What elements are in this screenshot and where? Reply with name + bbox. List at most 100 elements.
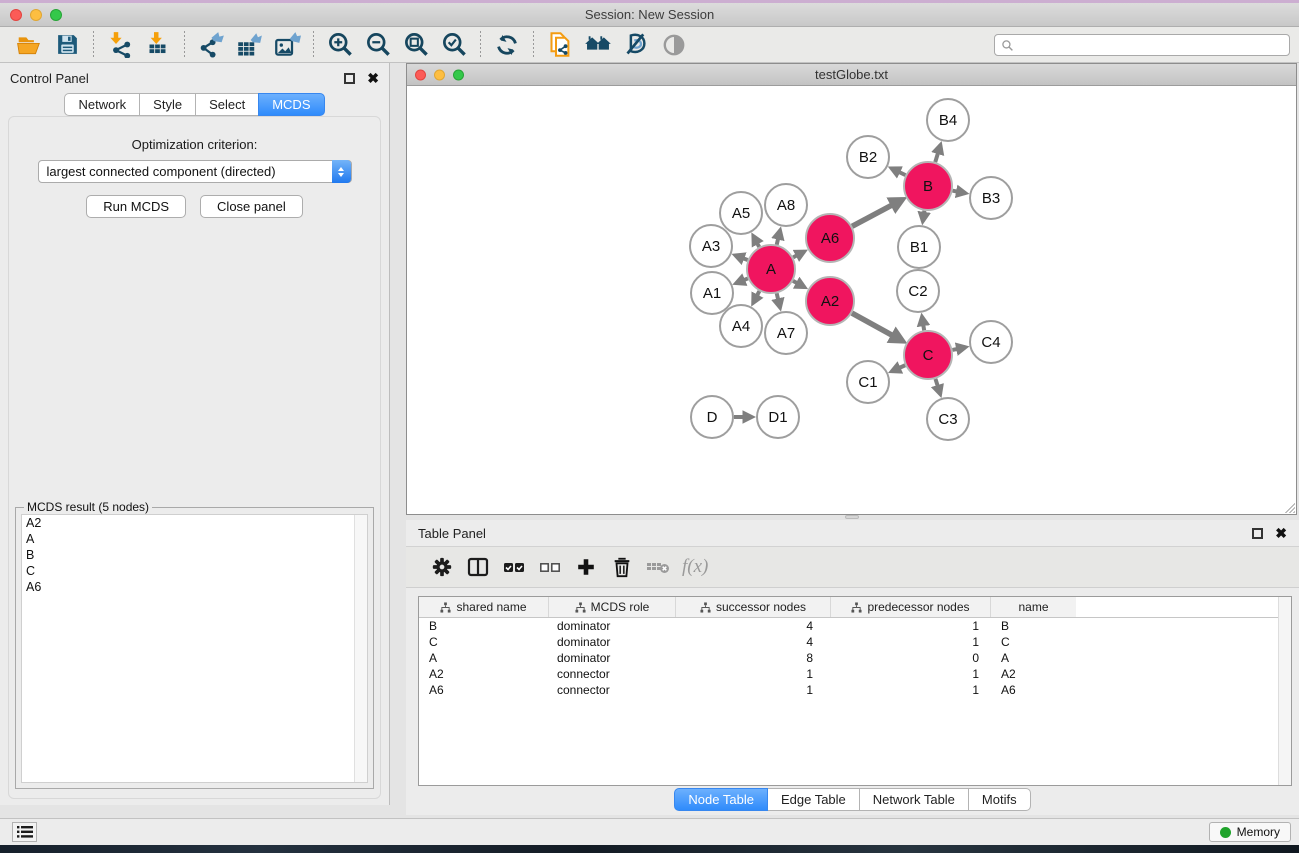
add-column-icon[interactable] [568,553,604,581]
edge-A6-B[interactable] [852,200,902,227]
node-A2[interactable]: A2 [806,277,854,325]
memory-button[interactable]: Memory [1209,822,1291,842]
zoom-selected-icon[interactable] [437,30,471,60]
column-header-shared-name[interactable]: shared name [419,597,549,617]
table-cell[interactable]: 8 [676,651,831,665]
close-panel-icon[interactable]: ✖ [367,71,379,85]
float-panel-icon[interactable] [344,73,355,84]
result-item[interactable]: C [22,563,367,579]
tab-edge-table[interactable]: Edge Table [767,788,860,811]
table-cell[interactable]: 1 [676,667,831,681]
function-builder-icon[interactable]: f(x) [682,556,708,578]
result-item[interactable]: A6 [22,579,367,595]
edge-A2-C[interactable] [852,313,903,341]
export-image-icon[interactable] [270,30,304,60]
table-cell[interactable]: A [991,651,1076,665]
table-cell[interactable]: dominator [549,635,676,649]
edge-B-B2[interactable] [891,168,905,175]
node-A1[interactable]: A1 [691,272,733,314]
tab-network-table[interactable]: Network Table [859,788,969,811]
table-cell[interactable]: C [991,635,1076,649]
edge-C-C2[interactable] [922,317,924,331]
edge-B-B3[interactable] [953,191,966,193]
table-cell[interactable]: 1 [831,619,991,633]
network-graph[interactable]: B4B2BB3A8A5A6B1A3AC2A1A2A4A7C4CC1DD1C3 [407,86,1296,514]
table-cell[interactable]: 4 [676,619,831,633]
node-B[interactable]: B [904,162,952,210]
edge-A-A1[interactable] [736,278,748,283]
edge-A-A6[interactable] [793,251,804,257]
split-view-icon[interactable] [460,553,496,581]
table-cell[interactable]: A [419,651,549,665]
table-cell[interactable]: A6 [419,683,549,697]
table-cell[interactable]: connector [549,683,676,697]
table-cell[interactable]: 1 [831,667,991,681]
node-A7[interactable]: A7 [765,312,807,354]
close-panel-button[interactable]: Close panel [200,195,303,218]
network-canvas[interactable]: B4B2BB3A8A5A6B1A3AC2A1A2A4A7C4CC1DD1C3 [407,86,1296,514]
table-cell[interactable]: A6 [991,683,1076,697]
tab-node-table[interactable]: Node Table [674,788,768,811]
table-row[interactable]: Cdominator41C [419,634,1291,650]
zoom-network-button[interactable] [453,69,464,80]
edge-A-A2[interactable] [793,281,805,287]
close-window-button[interactable] [10,9,22,21]
column-header-name[interactable]: name [991,597,1076,617]
node-A6[interactable]: A6 [806,214,854,262]
import-table-icon[interactable] [141,30,175,60]
node-B3[interactable]: B3 [970,177,1012,219]
save-session-icon[interactable] [50,30,84,60]
table-row[interactable]: A2connector11A2 [419,666,1291,682]
import-network-icon[interactable] [103,30,137,60]
zoom-out-icon[interactable] [361,30,395,60]
clone-network-icon[interactable] [543,30,577,60]
node-A8[interactable]: A8 [765,184,807,226]
node-table[interactable]: shared nameMCDS rolesuccessor nodesprede… [418,596,1292,786]
node-B4[interactable]: B4 [927,99,969,141]
float-table-panel-icon[interactable] [1252,528,1263,539]
table-cell[interactable]: C [419,635,549,649]
edge-C-C1[interactable] [892,365,905,371]
result-scrollbar[interactable] [354,515,367,782]
eye-icon[interactable] [657,30,691,60]
minimize-network-button[interactable] [434,69,445,80]
close-table-panel-icon[interactable]: ✖ [1275,526,1287,540]
result-item[interactable]: A2 [22,515,367,531]
node-B2[interactable]: B2 [847,136,889,178]
table-cell[interactable]: connector [549,667,676,681]
table-row[interactable]: A6connector11A6 [419,682,1291,698]
edge-B-B1[interactable] [923,211,925,222]
export-network-icon[interactable] [194,30,228,60]
table-cell[interactable]: B [991,619,1076,633]
app-titlebar[interactable]: Session: New Session [0,3,1299,27]
node-C3[interactable]: C3 [927,398,969,440]
settings-gear-icon[interactable] [424,553,460,581]
zoom-in-icon[interactable] [323,30,357,60]
close-network-button[interactable] [415,69,426,80]
criterion-dropdown[interactable]: largest connected component (directed) [38,160,352,183]
export-table-icon[interactable] [232,30,266,60]
node-C4[interactable]: C4 [970,321,1012,363]
deselect-all-checks-icon[interactable] [532,553,568,581]
table-cell[interactable]: dominator [549,651,676,665]
minimize-window-button[interactable] [30,9,42,21]
refresh-icon[interactable] [490,30,524,60]
node-D1[interactable]: D1 [757,396,799,438]
horizontal-splitter-handle[interactable] [845,515,859,519]
table-row[interactable]: Bdominator41B [419,618,1291,634]
mcds-result-list[interactable]: A2ABCA6 [21,514,368,783]
table-cell[interactable]: 1 [831,683,991,697]
tab-network[interactable]: Network [64,93,140,116]
node-A3[interactable]: A3 [690,225,732,267]
node-A4[interactable]: A4 [720,305,762,347]
open-session-icon[interactable] [12,30,46,60]
resize-grip-icon[interactable] [1283,501,1295,513]
table-cell[interactable]: A2 [991,667,1076,681]
search-field[interactable] [994,34,1290,56]
node-D[interactable]: D [691,396,733,438]
home-icon[interactable] [581,30,615,60]
table-cell[interactable]: 1 [676,683,831,697]
tab-style[interactable]: Style [139,93,196,116]
node-A[interactable]: A [747,245,795,293]
node-A5[interactable]: A5 [720,192,762,234]
